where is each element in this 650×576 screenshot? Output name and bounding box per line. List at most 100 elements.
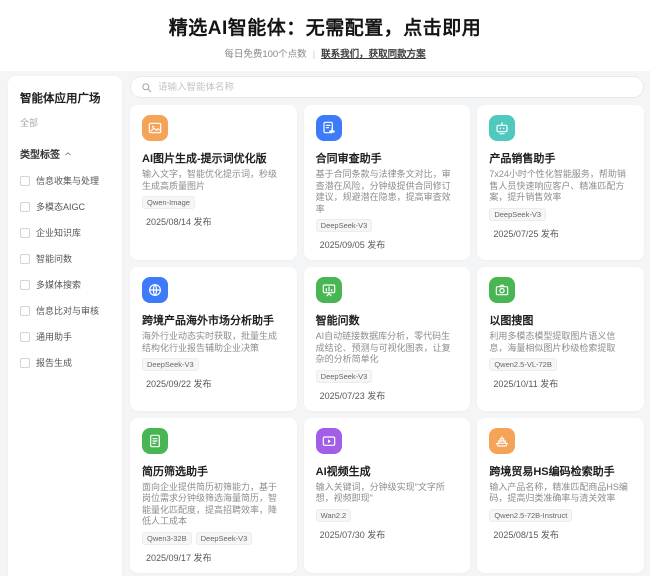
card-date-text: 2025/07/30 发布 bbox=[320, 528, 386, 541]
card-date-text: 2025/09/17 发布 bbox=[146, 551, 212, 564]
sidebar-tag-item[interactable]: 报告生成 bbox=[20, 356, 110, 369]
chart-board-icon bbox=[316, 277, 342, 303]
card-title: 跨境产品海外市场分析助手 bbox=[142, 312, 285, 328]
sidebar-item-all[interactable]: 全部 bbox=[20, 116, 110, 129]
card-publish-date: 2025/10/11 发布 bbox=[489, 377, 632, 390]
free-credits-text: 每日免费100个点数 bbox=[224, 49, 306, 60]
card-publish-date: 2025/08/15 发布 bbox=[489, 528, 632, 541]
sidebar-tag-label: 信息收集与处理 bbox=[36, 174, 99, 187]
card-description: 利用多模态模型提取图片语义信息，海量相似图片秒级检索提取 bbox=[489, 331, 632, 354]
globe-icon bbox=[142, 277, 168, 303]
contact-link[interactable]: 联系我们，获取同款方案 bbox=[321, 49, 426, 60]
card-title: 简历筛选助手 bbox=[142, 463, 285, 479]
video-icon bbox=[316, 428, 342, 454]
sidebar-title: 智能体应用广场 bbox=[20, 90, 110, 106]
sidebar-tag-label: 企业知识库 bbox=[36, 226, 81, 239]
card-publish-date: 2025/07/30 发布 bbox=[316, 528, 459, 541]
card-title: AI图片生成-提示词优化版 bbox=[142, 150, 285, 166]
card-publish-date: 2025/07/23 发布 bbox=[316, 389, 459, 402]
checkbox-icon[interactable] bbox=[20, 306, 30, 316]
model-tag: DeepSeek-V3 bbox=[489, 208, 546, 221]
card-title: 合同审查助手 bbox=[316, 150, 459, 166]
search-icon bbox=[141, 82, 152, 93]
card-model-tags: DeepSeek-V3 bbox=[316, 219, 459, 232]
card-model-tags: Wan2.2 bbox=[316, 509, 459, 522]
card-description: AI自动链接数据库分析，零代码生成结论、预测与可视化图表，让复杂的分析简单化 bbox=[316, 331, 459, 366]
card-model-tags: Qwen-Image bbox=[142, 196, 285, 209]
search-bar[interactable] bbox=[130, 76, 644, 98]
model-tag: DeepSeek-V3 bbox=[316, 219, 373, 232]
picture-icon bbox=[142, 115, 168, 141]
sidebar-tag-item[interactable]: 信息比对与审核 bbox=[20, 304, 110, 317]
agent-card[interactable]: 跨境产品海外市场分析助手 海外行业动态实时获取，批量生成结构化行业报告辅助企业决… bbox=[130, 267, 297, 411]
agent-card[interactable]: 简历筛选助手 面向企业提供简历初筛能力，基于岗位需求分钟级筛选海量简历，智能量化… bbox=[130, 418, 297, 573]
checkbox-icon[interactable] bbox=[20, 228, 30, 238]
checkbox-icon[interactable] bbox=[20, 280, 30, 290]
card-model-tags: DeepSeek-V3 bbox=[142, 358, 285, 371]
sidebar-tag-item[interactable]: 企业知识库 bbox=[20, 226, 110, 239]
model-tag: DeepSeek-V3 bbox=[196, 532, 253, 545]
checkbox-icon[interactable] bbox=[20, 202, 30, 212]
sidebar-tag-item[interactable]: 智能问数 bbox=[20, 252, 110, 265]
card-description: 7x24小时个性化智能服务，帮助销售人员快速响应客户、精准匹配方案，提升销售效率 bbox=[489, 169, 632, 204]
card-title: 以图搜图 bbox=[489, 312, 632, 328]
search-input[interactable] bbox=[158, 82, 633, 93]
card-date-text: 2025/08/15 发布 bbox=[493, 528, 559, 541]
sidebar-tag-item[interactable]: 多模态AIGC bbox=[20, 200, 110, 213]
card-publish-date: 2025/09/05 发布 bbox=[316, 238, 459, 251]
model-tag: Qwen2.5-VL-72B bbox=[489, 358, 557, 371]
checkbox-icon[interactable] bbox=[20, 358, 30, 368]
subtitle-divider: | bbox=[313, 49, 315, 60]
card-date-text: 2025/07/23 发布 bbox=[320, 389, 386, 402]
page-title: 精选AI智能体：无需配置，点击即用 bbox=[0, 13, 650, 40]
checkbox-icon[interactable] bbox=[20, 332, 30, 342]
card-model-tags: Qwen3-32BDeepSeek-V3 bbox=[142, 532, 285, 545]
robot-icon bbox=[489, 115, 515, 141]
card-description: 面向企业提供简历初筛能力，基于岗位需求分钟级筛选海量简历，智能量化匹配度，提高招… bbox=[142, 482, 285, 528]
checkbox-icon[interactable] bbox=[20, 176, 30, 186]
sidebar-tag-label: 通用助手 bbox=[36, 330, 72, 343]
card-description: 输入关键词，分钟级实现"文字所想，视频即现" bbox=[316, 482, 459, 505]
sidebar-tag-label: 信息比对与审核 bbox=[36, 304, 99, 317]
camera-icon bbox=[489, 277, 515, 303]
sidebar: 智能体应用广场 全部 类型标签 信息收集与处理 多模态AIGC 企业知识库 智能… bbox=[8, 76, 122, 576]
model-tag: Qwen2.5-72B-Instruct bbox=[489, 509, 572, 522]
agent-card[interactable]: 智能问数 AI自动链接数据库分析，零代码生成结论、预测与可视化图表，让复杂的分析… bbox=[304, 267, 471, 411]
agent-card[interactable]: 产品销售助手 7x24小时个性化智能服务，帮助销售人员快速响应客户、精准匹配方案… bbox=[477, 105, 644, 260]
card-publish-date: 2025/08/14 发布 bbox=[142, 215, 285, 228]
card-date-text: 2025/09/22 发布 bbox=[146, 377, 212, 390]
sidebar-tag-item[interactable]: 通用助手 bbox=[20, 330, 110, 343]
agent-card[interactable]: 跨境贸易HS编码检索助手 输入产品名称，精准匹配商品HS编码，提高归类准确率与清… bbox=[477, 418, 644, 573]
card-publish-date: 2025/07/25 发布 bbox=[489, 227, 632, 240]
card-publish-date: 2025/09/17 发布 bbox=[142, 551, 285, 564]
resume-icon bbox=[142, 428, 168, 454]
cargo-ship-icon bbox=[489, 428, 515, 454]
contract-stamp-icon bbox=[316, 115, 342, 141]
chevron-up-icon[interactable] bbox=[64, 150, 72, 158]
model-tag: DeepSeek-V3 bbox=[142, 358, 199, 371]
card-description: 海外行业动态实时获取，批量生成结构化行业报告辅助企业决策 bbox=[142, 331, 285, 354]
agent-card[interactable]: AI视频生成 输入关键词，分钟级实现"文字所想，视频即现" Wan2.2 202… bbox=[304, 418, 471, 573]
card-publish-date: 2025/09/22 发布 bbox=[142, 377, 285, 390]
agent-card[interactable]: AI图片生成-提示词优化版 输入文字，智能优化提示词，秒级生成高质量图片 Qwe… bbox=[130, 105, 297, 260]
sidebar-tag-item[interactable]: 多媒体搜索 bbox=[20, 278, 110, 291]
card-model-tags: DeepSeek-V3 bbox=[489, 208, 632, 221]
checkbox-icon[interactable] bbox=[20, 254, 30, 264]
agent-card[interactable]: 以图搜图 利用多模态模型提取图片语义信息，海量相似图片秒级检索提取 Qwen2.… bbox=[477, 267, 644, 411]
agent-card[interactable]: 合同审查助手 基于合同条款与法律条文对比，审查潜在风险，分钟级提供合同修订建议，… bbox=[304, 105, 471, 260]
card-description: 输入产品名称，精准匹配商品HS编码，提高归类准确率与清关效率 bbox=[489, 482, 632, 505]
filter-section-header: 类型标签 bbox=[20, 146, 110, 161]
card-description: 基于合同条款与法律条文对比，审查潜在风险，分钟级提供合同修订建议，规避潜在隐患，… bbox=[316, 169, 459, 215]
sidebar-tag-label: 多模态AIGC bbox=[36, 200, 85, 213]
card-model-tags: DeepSeek-V3 bbox=[316, 370, 459, 383]
card-description: 输入文字，智能优化提示词，秒级生成高质量图片 bbox=[142, 169, 285, 192]
card-date-text: 2025/08/14 发布 bbox=[146, 215, 212, 228]
sidebar-tag-item[interactable]: 信息收集与处理 bbox=[20, 174, 110, 187]
card-date-text: 2025/07/25 发布 bbox=[493, 227, 559, 240]
sidebar-tag-label: 多媒体搜索 bbox=[36, 278, 81, 291]
card-title: AI视频生成 bbox=[316, 463, 459, 479]
page-subtitle: 每日免费100个点数 | 联系我们，获取同款方案 bbox=[0, 46, 650, 60]
sidebar-tag-label: 报告生成 bbox=[36, 356, 72, 369]
card-date-text: 2025/09/05 发布 bbox=[320, 238, 386, 251]
sidebar-tag-label: 智能问数 bbox=[36, 252, 72, 265]
